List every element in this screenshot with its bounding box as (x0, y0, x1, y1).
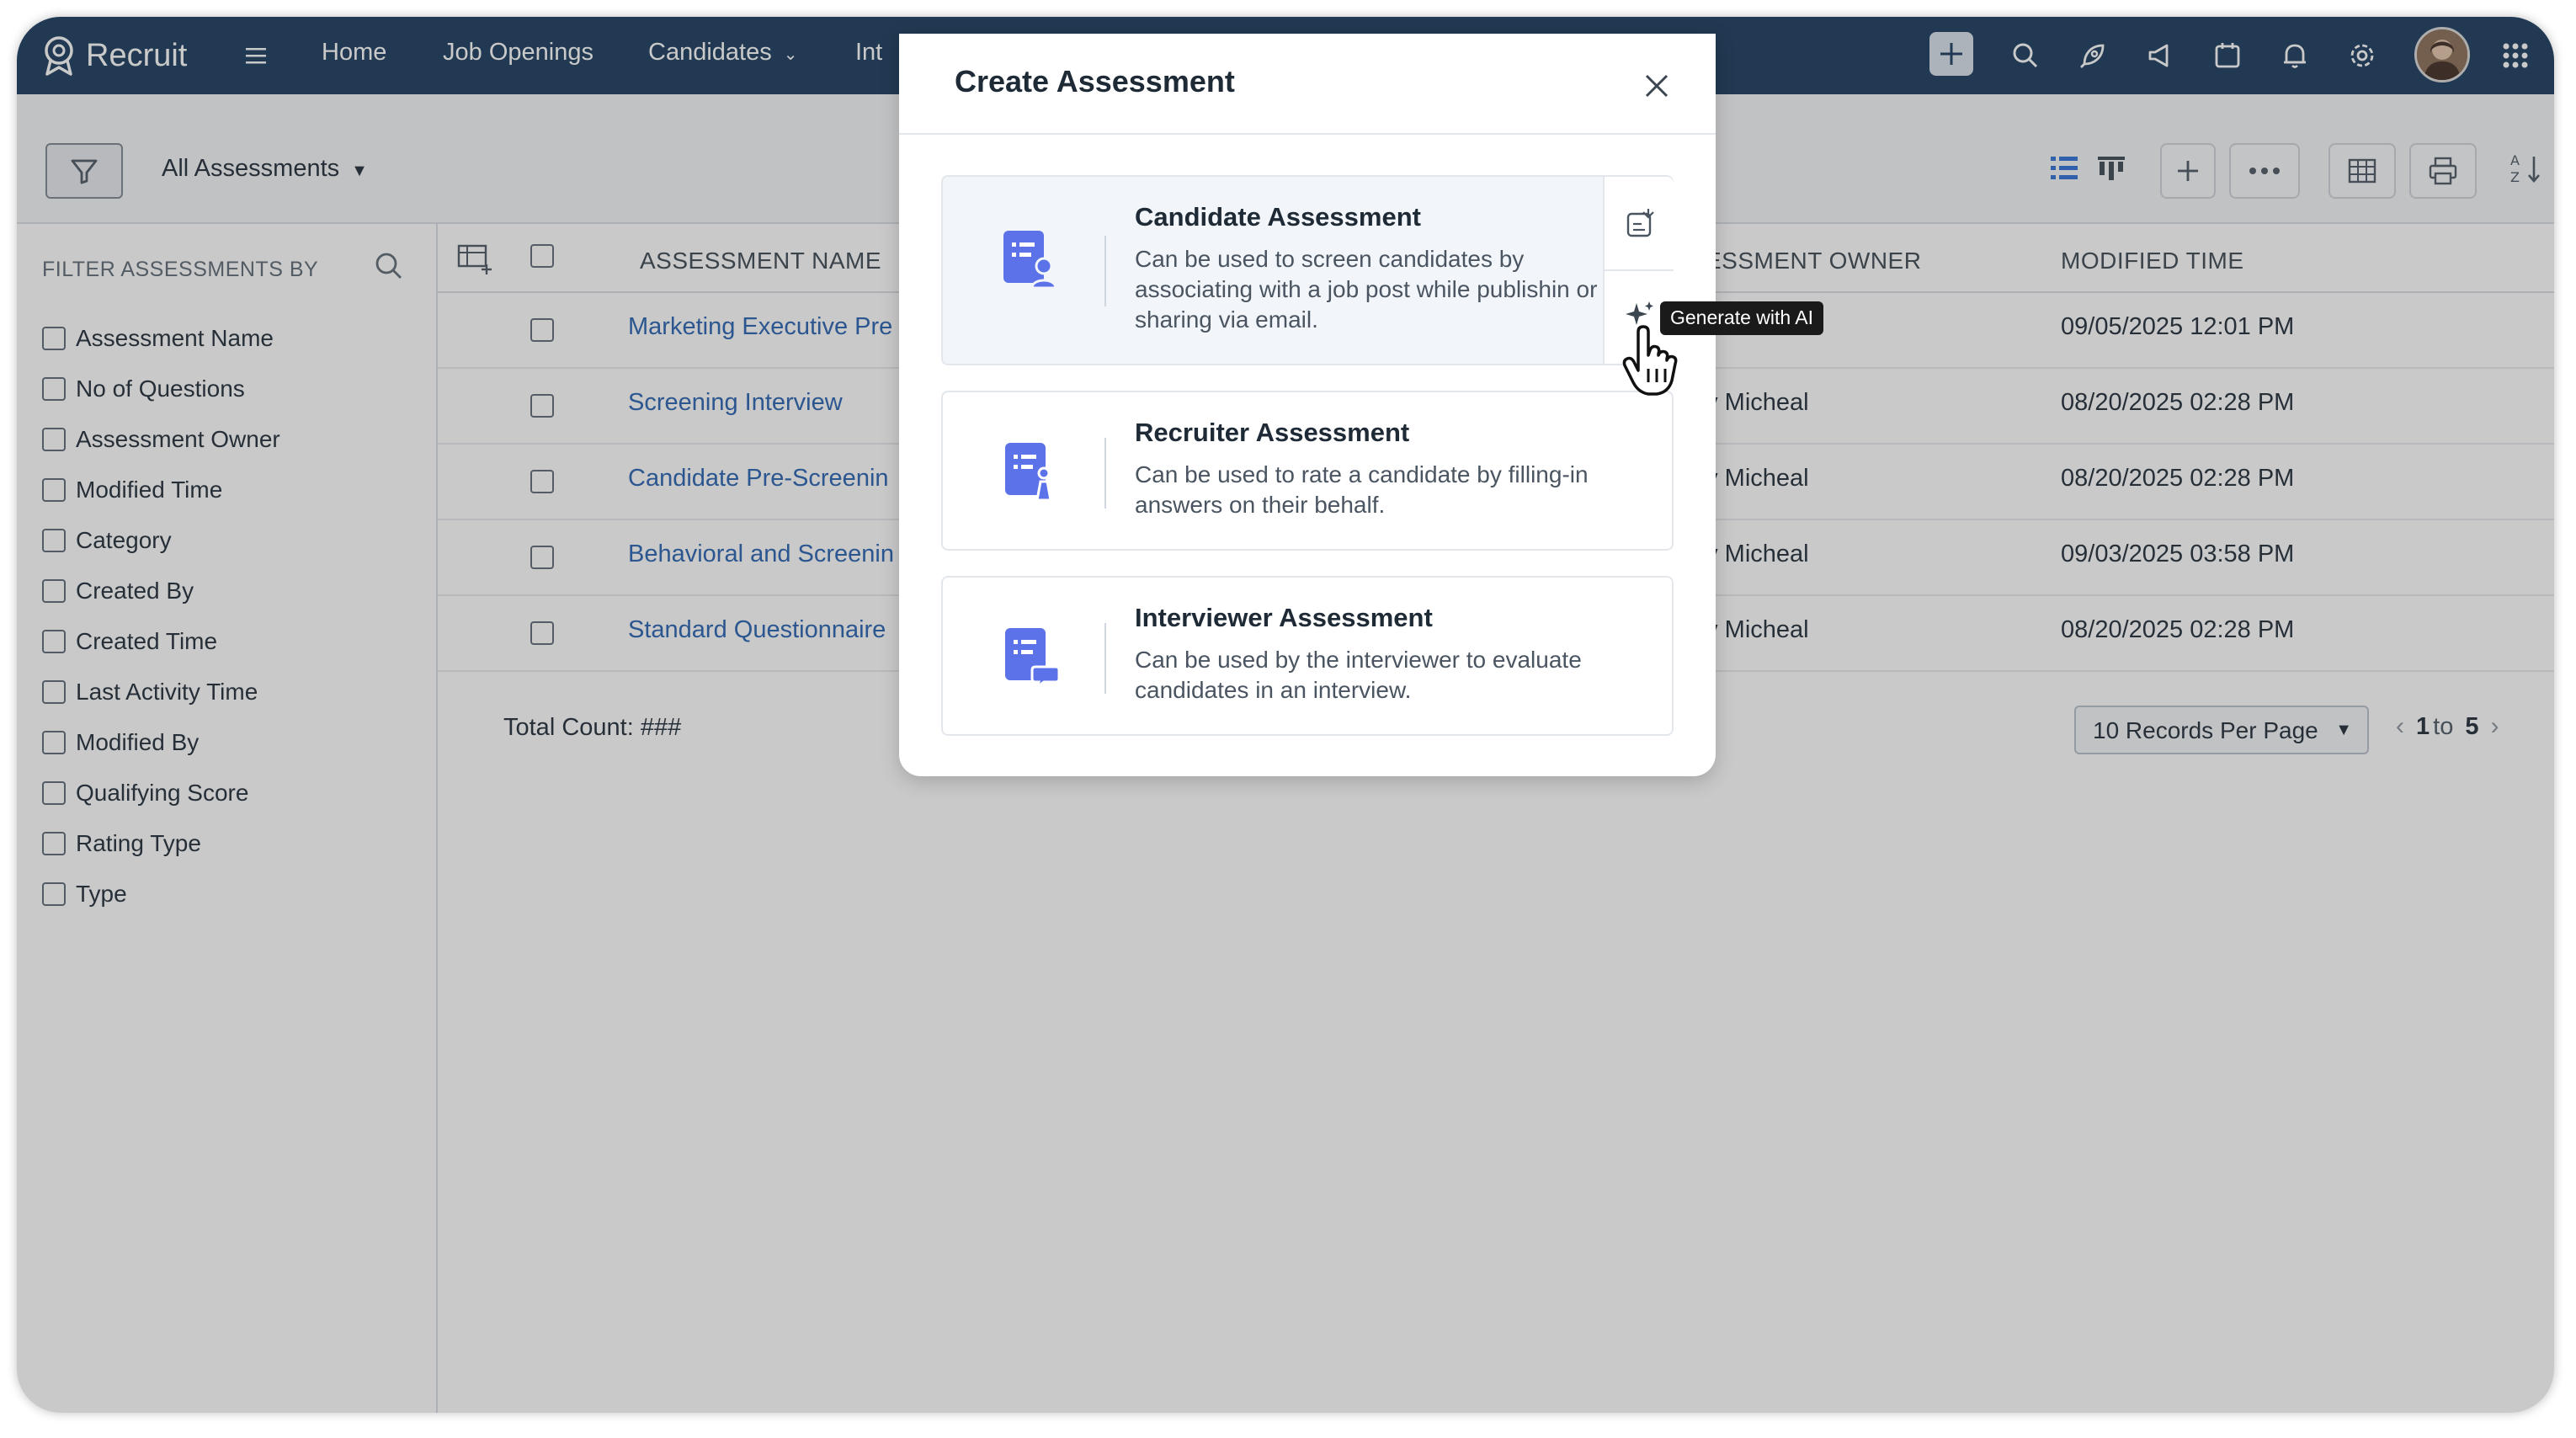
app-window: Recruit Home Job Openings Candidates ⌄ I… (17, 17, 2554, 1413)
close-icon[interactable] (1640, 69, 1674, 103)
create-assessment-modal: Create Assessment Candidate Assessment C… (899, 34, 1716, 776)
modal-header: Create Assessment (899, 34, 1716, 135)
card-divider (1104, 236, 1106, 306)
recruiter-assessment-card[interactable]: Recruiter Assessment Can be used to rate… (941, 391, 1674, 551)
card-title: Recruiter Assessment (1135, 418, 1410, 447)
import-assessment-icon[interactable] (1623, 207, 1657, 241)
card-divider (1104, 438, 1106, 509)
side-actions-divider (1605, 269, 1674, 271)
hand-pointer-cursor-icon (1622, 325, 1678, 396)
card-title: Interviewer Assessment (1135, 603, 1433, 632)
interviewer-assessment-icon (1005, 628, 1061, 689)
card-divider (1104, 623, 1106, 694)
candidate-assessment-card[interactable]: Candidate Assessment Can be used to scre… (941, 175, 1674, 365)
card-description: Can be used to rate a candidate by filli… (1135, 461, 1589, 518)
card-title: Candidate Assessment (1135, 202, 1421, 232)
recruiter-assessment-icon (1005, 443, 1052, 502)
card-description: Can be used to screen candidates by asso… (1135, 246, 1598, 333)
card-description: Can be used by the interviewer to evalua… (1135, 647, 1582, 703)
generate-with-ai-tooltip: Generate with AI (1660, 301, 1824, 335)
interviewer-assessment-card[interactable]: Interviewer Assessment Can be used by th… (941, 576, 1674, 736)
modal-title: Create Assessment (955, 64, 1235, 99)
candidate-assessment-icon (1003, 231, 1057, 290)
